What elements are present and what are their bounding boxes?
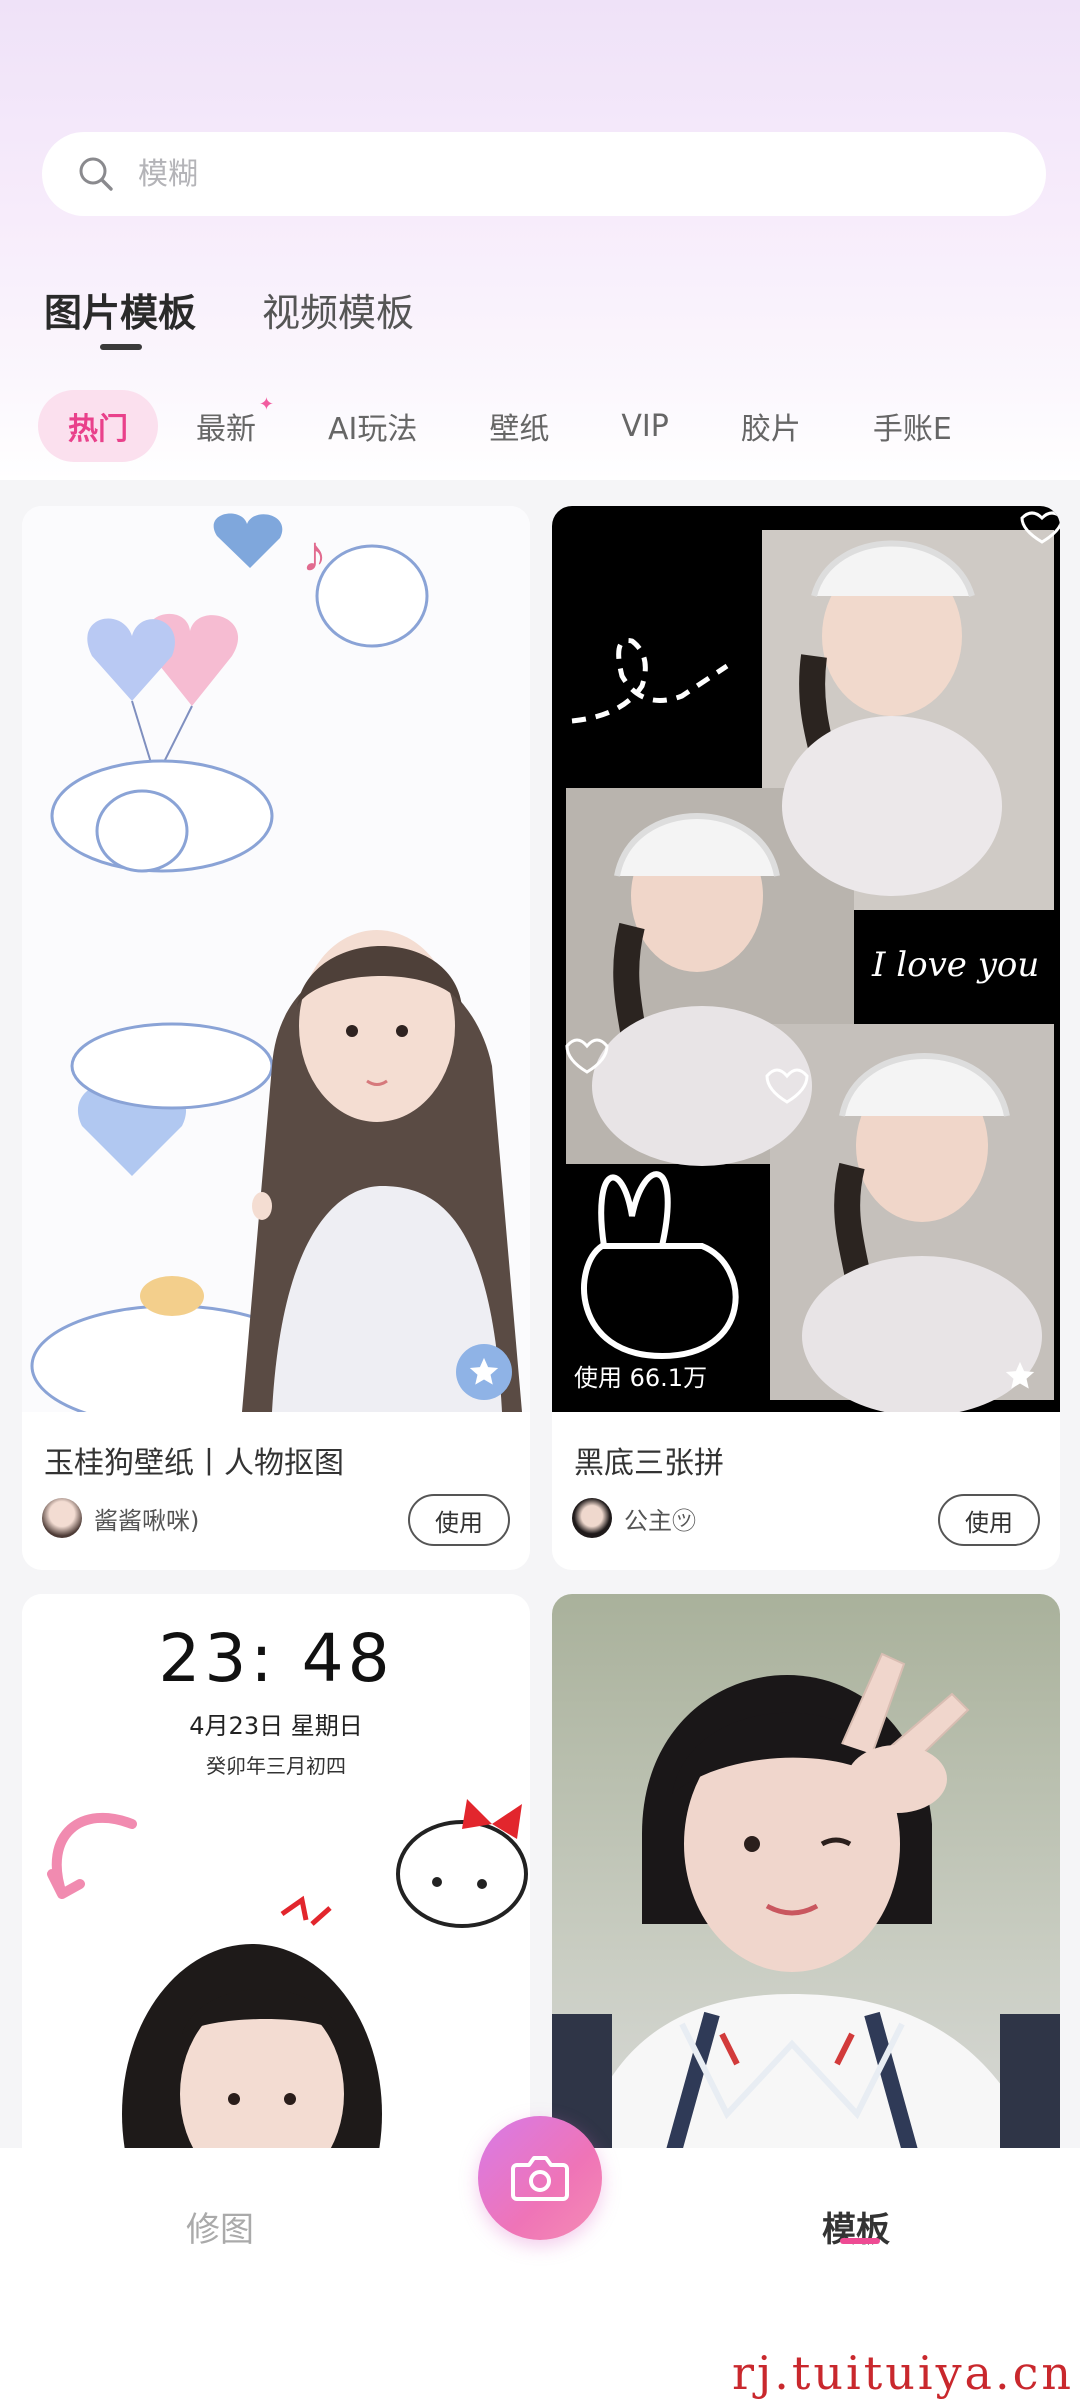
camera-icon <box>511 2156 569 2201</box>
main-tabs: 图片模板 视频模板 <box>44 282 414 350</box>
category-vip[interactable]: VIP <box>621 409 668 444</box>
category-newest[interactable]: 最新 ✦ <box>196 394 274 448</box>
nav-edit-photo[interactable]: 修图 <box>186 2202 254 2251</box>
watermark: rj.tuituiya.cn <box>732 2346 1074 2400</box>
usage-count: 使用 66.1万 <box>574 1364 708 1392</box>
avatar <box>572 1498 612 1538</box>
category-ai[interactable]: AI玩法 <box>328 404 417 448</box>
category-tabs: 热门 最新 ✦ AI玩法 壁纸 VIP 胶片 手账E <box>0 380 1080 472</box>
template-card[interactable]: ♪ 使用 11.7万 玉桂狗壁纸丨人物抠图 酱酱啾咪) 使用 <box>22 506 530 1570</box>
tab-video-templates[interactable]: 视频模板 <box>262 282 414 337</box>
category-journal[interactable]: 手账E <box>873 404 952 448</box>
search-icon <box>79 157 113 191</box>
search-input[interactable] <box>138 156 938 192</box>
avatar <box>42 1498 82 1538</box>
template-preview-image <box>552 1594 1060 2194</box>
author-name: 公主㋡ <box>624 1506 696 1535</box>
author[interactable]: 酱酱啾咪) <box>42 1498 199 1538</box>
template-preview-image: 23: 48 4月23日 星期日 癸卯年三月初四 <box>22 1594 530 2194</box>
favorite-star-icon[interactable] <box>456 1344 512 1400</box>
template-title: 玉桂狗壁纸丨人物抠图 <box>44 1446 344 1481</box>
author[interactable]: 公主㋡ <box>572 1498 696 1538</box>
use-button[interactable]: 使用 <box>408 1494 510 1546</box>
category-wallpaper[interactable]: 壁纸 <box>489 404 549 448</box>
search-bar[interactable] <box>42 132 1046 216</box>
sparkle-icon: ✦ <box>258 394 274 415</box>
category-film[interactable]: 胶片 <box>741 404 801 448</box>
collage-caption: I love you <box>871 945 1039 985</box>
author-name: 酱酱啾咪) <box>94 1506 200 1535</box>
category-hot[interactable]: 热门 <box>38 390 158 462</box>
usage-count: 使用 11.7万 <box>44 1364 178 1392</box>
use-button[interactable]: 使用 <box>938 1494 1040 1546</box>
template-card[interactable] <box>552 1594 1060 2194</box>
nav-active-indicator <box>840 2238 880 2244</box>
svg-text:♪: ♪ <box>302 526 327 582</box>
template-preview-image: ♪ <box>22 506 530 1412</box>
camera-button[interactable] <box>478 2116 602 2240</box>
category-newest-label: 最新 <box>196 412 256 447</box>
favorite-star-icon[interactable] <box>992 1348 1048 1404</box>
tab-image-templates[interactable]: 图片模板 <box>44 282 196 350</box>
template-title: 黑底三张拼 <box>574 1446 724 1481</box>
template-preview-image: I love you <box>552 506 1060 1412</box>
template-card[interactable]: I love you 使用 66.1万 黑底三张拼 公主㋡ 使用 <box>552 506 1060 1570</box>
template-card[interactable]: 23: 48 4月23日 星期日 癸卯年三月初四 <box>22 1594 530 2194</box>
